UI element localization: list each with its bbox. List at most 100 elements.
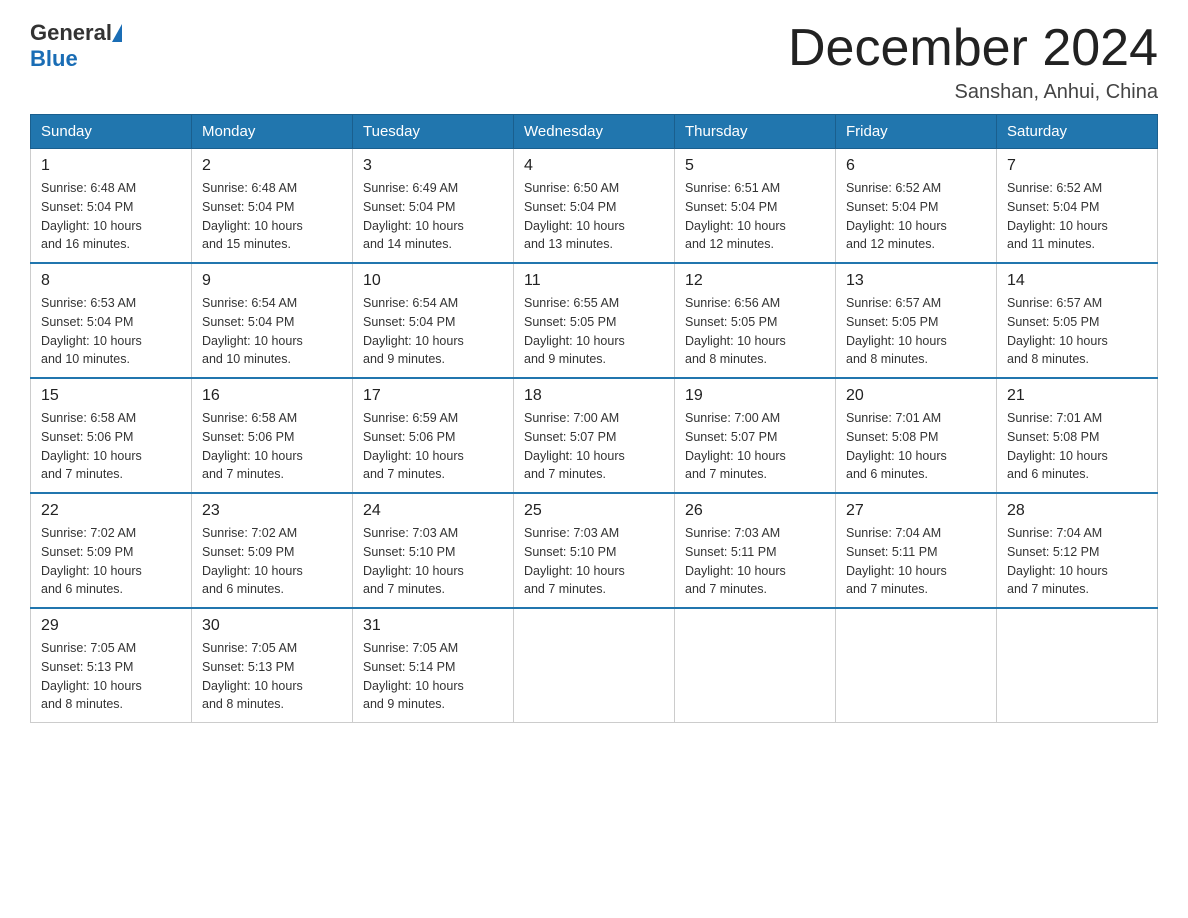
day-number: 30: [202, 617, 342, 635]
day-info: Sunrise: 7:01 AMSunset: 5:08 PMDaylight:…: [846, 409, 986, 484]
day-number: 14: [1007, 272, 1147, 290]
day-info: Sunrise: 6:56 AMSunset: 5:05 PMDaylight:…: [685, 294, 825, 369]
day-info: Sunrise: 6:55 AMSunset: 5:05 PMDaylight:…: [524, 294, 664, 369]
day-info: Sunrise: 6:54 AMSunset: 5:04 PMDaylight:…: [363, 294, 503, 369]
calendar-cell: 19 Sunrise: 7:00 AMSunset: 5:07 PMDayligh…: [675, 378, 836, 493]
day-info: Sunrise: 6:49 AMSunset: 5:04 PMDaylight:…: [363, 179, 503, 254]
calendar-cell: 26 Sunrise: 7:03 AMSunset: 5:11 PMDayligh…: [675, 493, 836, 608]
day-info: Sunrise: 7:02 AMSunset: 5:09 PMDaylight:…: [41, 524, 181, 599]
calendar-table: SundayMondayTuesdayWednesdayThursdayFrid…: [30, 114, 1158, 723]
header-friday: Friday: [836, 115, 997, 149]
week-row-4: 22Sunrise: 7:02 AMSunset: 5:09 PMDayligh…: [31, 493, 1158, 608]
calendar-cell: 4 Sunrise: 6:50 AMSunset: 5:04 PMDaylight…: [514, 149, 675, 264]
calendar-cell: 7 Sunrise: 6:52 AMSunset: 5:04 PMDaylight…: [997, 149, 1158, 264]
day-number: 6: [846, 157, 986, 175]
day-number: 20: [846, 387, 986, 405]
day-number: 26: [685, 502, 825, 520]
day-info: Sunrise: 7:03 AMSunset: 5:11 PMDaylight:…: [685, 524, 825, 599]
day-info: Sunrise: 6:52 AMSunset: 5:04 PMDaylight:…: [846, 179, 986, 254]
day-number: 13: [846, 272, 986, 290]
header-tuesday: Tuesday: [353, 115, 514, 149]
calendar-body: 1 Sunrise: 6:48 AMSunset: 5:04 PMDaylight…: [31, 149, 1158, 723]
day-number: 8: [41, 272, 181, 290]
day-info: Sunrise: 7:04 AMSunset: 5:12 PMDaylight:…: [1007, 524, 1147, 599]
header-saturday: Saturday: [997, 115, 1158, 149]
day-info: Sunrise: 7:03 AMSunset: 5:10 PMDaylight:…: [363, 524, 503, 599]
calendar-cell: 25 Sunrise: 7:03 AMSunset: 5:10 PMDayligh…: [514, 493, 675, 608]
calendar-cell: 3 Sunrise: 6:49 AMSunset: 5:04 PMDaylight…: [353, 149, 514, 264]
calendar-cell: 24 Sunrise: 7:03 AMSunset: 5:10 PMDayligh…: [353, 493, 514, 608]
day-info: Sunrise: 7:00 AMSunset: 5:07 PMDaylight:…: [524, 409, 664, 484]
logo-general: General: [30, 20, 112, 46]
calendar-cell: 14 Sunrise: 6:57 AMSunset: 5:05 PMDayligh…: [997, 263, 1158, 378]
logo-triangle-icon: [112, 24, 122, 42]
header-thursday: Thursday: [675, 115, 836, 149]
day-info: Sunrise: 6:57 AMSunset: 5:05 PMDaylight:…: [1007, 294, 1147, 369]
day-number: 27: [846, 502, 986, 520]
day-number: 23: [202, 502, 342, 520]
day-number: 12: [685, 272, 825, 290]
week-row-5: 29Sunrise: 7:05 AMSunset: 5:13 PMDayligh…: [31, 608, 1158, 723]
logo: General Blue: [30, 20, 122, 72]
day-number: 1: [41, 157, 181, 175]
day-info: Sunrise: 7:04 AMSunset: 5:11 PMDaylight:…: [846, 524, 986, 599]
day-number: 3: [363, 157, 503, 175]
day-number: 21: [1007, 387, 1147, 405]
day-info: Sunrise: 6:57 AMSunset: 5:05 PMDaylight:…: [846, 294, 986, 369]
day-number: 25: [524, 502, 664, 520]
header-wednesday: Wednesday: [514, 115, 675, 149]
calendar-cell: 18 Sunrise: 7:00 AMSunset: 5:07 PMDayligh…: [514, 378, 675, 493]
calendar-cell: [836, 608, 997, 723]
calendar-cell: 15Sunrise: 6:58 AMSunset: 5:06 PMDayligh…: [31, 378, 192, 493]
day-info: Sunrise: 6:54 AMSunset: 5:04 PMDaylight:…: [202, 294, 342, 369]
day-number: 10: [363, 272, 503, 290]
day-number: 4: [524, 157, 664, 175]
calendar-cell: 21Sunrise: 7:01 AMSunset: 5:08 PMDayligh…: [997, 378, 1158, 493]
calendar-cell: 6 Sunrise: 6:52 AMSunset: 5:04 PMDaylight…: [836, 149, 997, 264]
day-number: 28: [1007, 502, 1147, 520]
month-title: December 2024: [788, 20, 1158, 77]
calendar-cell: [997, 608, 1158, 723]
calendar-cell: 30 Sunrise: 7:05 AMSunset: 5:13 PMDayligh…: [192, 608, 353, 723]
header-monday: Monday: [192, 115, 353, 149]
day-info: Sunrise: 7:05 AMSunset: 5:13 PMDaylight:…: [202, 639, 342, 714]
day-info: Sunrise: 6:58 AMSunset: 5:06 PMDaylight:…: [202, 409, 342, 484]
day-number: 19: [685, 387, 825, 405]
day-info: Sunrise: 7:05 AMSunset: 5:13 PMDaylight:…: [41, 639, 181, 714]
calendar-cell: 17 Sunrise: 6:59 AMSunset: 5:06 PMDayligh…: [353, 378, 514, 493]
day-number: 24: [363, 502, 503, 520]
day-number: 15: [41, 387, 181, 405]
day-number: 7: [1007, 157, 1147, 175]
day-info: Sunrise: 6:59 AMSunset: 5:06 PMDaylight:…: [363, 409, 503, 484]
calendar-cell: 2Sunrise: 6:48 AMSunset: 5:04 PMDaylight…: [192, 149, 353, 264]
day-number: 31: [363, 617, 503, 635]
day-number: 17: [363, 387, 503, 405]
calendar-cell: 10 Sunrise: 6:54 AMSunset: 5:04 PMDayligh…: [353, 263, 514, 378]
calendar-cell: 27 Sunrise: 7:04 AMSunset: 5:11 PMDayligh…: [836, 493, 997, 608]
day-info: Sunrise: 6:50 AMSunset: 5:04 PMDaylight:…: [524, 179, 664, 254]
calendar-header: SundayMondayTuesdayWednesdayThursdayFrid…: [31, 115, 1158, 149]
calendar-cell: 13 Sunrise: 6:57 AMSunset: 5:05 PMDayligh…: [836, 263, 997, 378]
calendar-cell: 22Sunrise: 7:02 AMSunset: 5:09 PMDayligh…: [31, 493, 192, 608]
calendar-cell: 1 Sunrise: 6:48 AMSunset: 5:04 PMDaylight…: [31, 149, 192, 264]
day-info: Sunrise: 7:00 AMSunset: 5:07 PMDaylight:…: [685, 409, 825, 484]
calendar-cell: 12 Sunrise: 6:56 AMSunset: 5:05 PMDayligh…: [675, 263, 836, 378]
calendar-cell: 23 Sunrise: 7:02 AMSunset: 5:09 PMDayligh…: [192, 493, 353, 608]
week-row-1: 1 Sunrise: 6:48 AMSunset: 5:04 PMDaylight…: [31, 149, 1158, 264]
calendar-cell: 5Sunrise: 6:51 AMSunset: 5:04 PMDaylight…: [675, 149, 836, 264]
day-number: 18: [524, 387, 664, 405]
day-info: Sunrise: 6:48 AMSunset: 5:04 PMDaylight:…: [41, 179, 181, 254]
day-number: 11: [524, 272, 664, 290]
day-info: Sunrise: 6:52 AMSunset: 5:04 PMDaylight:…: [1007, 179, 1147, 254]
calendar-cell: 28 Sunrise: 7:04 AMSunset: 5:12 PMDayligh…: [997, 493, 1158, 608]
day-number: 2: [202, 157, 342, 175]
day-info: Sunrise: 7:03 AMSunset: 5:10 PMDaylight:…: [524, 524, 664, 599]
day-info: Sunrise: 7:02 AMSunset: 5:09 PMDaylight:…: [202, 524, 342, 599]
header-sunday: Sunday: [31, 115, 192, 149]
header-row: SundayMondayTuesdayWednesdayThursdayFrid…: [31, 115, 1158, 149]
week-row-3: 15 Sunrise: 6:58 AMSunset: 5:06 PMDayligh…: [31, 378, 1158, 493]
calendar-cell: [514, 608, 675, 723]
title-block: December 2024 Sanshan, Anhui, China: [788, 20, 1158, 104]
day-info: Sunrise: 7:05 AMSunset: 5:14 PMDaylight:…: [363, 639, 503, 714]
calendar-cell: 16Sunrise: 6:58 AMSunset: 5:06 PMDayligh…: [192, 378, 353, 493]
